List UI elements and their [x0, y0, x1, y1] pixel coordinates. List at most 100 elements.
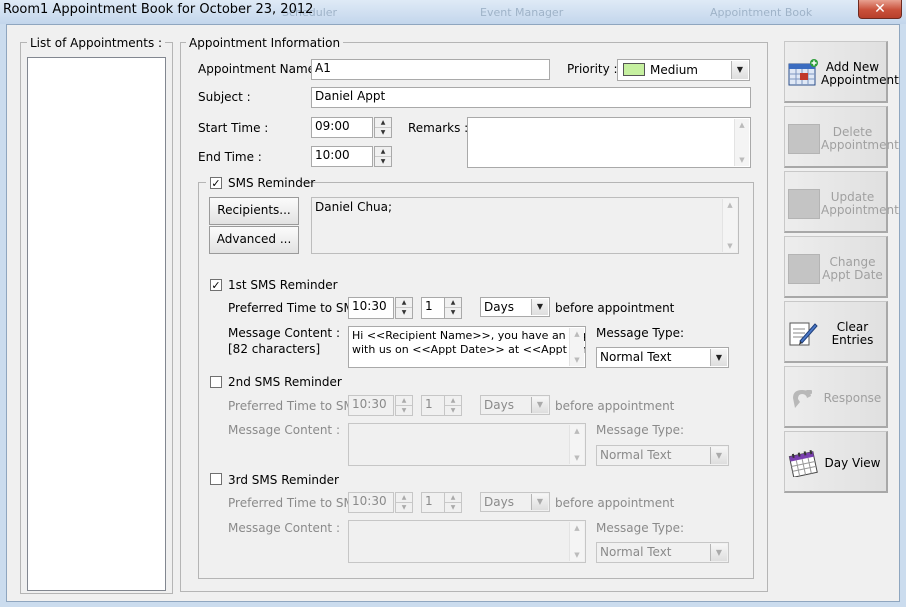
spin-up-icon[interactable]: ▲ — [445, 493, 461, 503]
scroll-down-icon[interactable]: ▼ — [735, 154, 749, 166]
calendar-add-icon — [788, 59, 818, 86]
scroll-up-icon[interactable]: ▲ — [570, 425, 584, 437]
reminder2-unit-dropdown[interactable]: Days ▼ — [480, 395, 550, 415]
reminder1-time-input[interactable]: 10:30 — [348, 297, 394, 319]
spin-down-icon[interactable]: ▼ — [396, 503, 412, 513]
reminder2-type-dropdown[interactable]: Normal Text ▼ — [596, 445, 729, 466]
recipients-value: Daniel Chua; — [315, 200, 393, 214]
change-appt-date-button[interactable]: Change Appt Date — [784, 236, 888, 298]
reminder2-content-scrollbar[interactable]: ▲ ▼ — [569, 425, 584, 464]
spin-up-icon[interactable]: ▲ — [375, 147, 391, 157]
chevron-down-icon: ▼ — [731, 61, 748, 79]
scroll-up-icon[interactable]: ▲ — [723, 199, 737, 211]
reminder1-content-scrollbar[interactable]: ▲ ▼ — [569, 328, 584, 366]
scroll-up-icon[interactable]: ▲ — [570, 522, 584, 534]
reminder3-time-spinner[interactable]: ▲ ▼ — [395, 492, 413, 513]
chevron-down-icon: ▼ — [531, 494, 548, 510]
reminder1-type-label: Message Type: — [596, 326, 685, 340]
reminder3-content-label: Message Content : — [228, 521, 340, 535]
remarks-textarea[interactable]: ▲ ▼ — [467, 117, 751, 168]
reminder3-suffix: before appointment — [555, 496, 675, 510]
clear-entries-icon — [789, 322, 818, 346]
reminder1-unit-value: Days — [484, 300, 514, 314]
reminder2-unit-value: Days — [484, 398, 514, 412]
end-time-input[interactable]: 10:00 — [311, 146, 373, 167]
reminder1-content-line2: with us on <<Appt Date>> at <<Appt Time>… — [352, 343, 585, 356]
reminder2-count-spinner[interactable]: ▲ ▼ — [444, 395, 462, 416]
reminder3-unit-dropdown[interactable]: Days ▼ — [480, 492, 550, 512]
reminder2-count-input[interactable]: 1 — [421, 395, 445, 416]
reminder1-count-spinner[interactable]: ▲ ▼ — [444, 297, 462, 319]
reminder1-content-label: Message Content : — [228, 326, 340, 340]
scroll-down-icon[interactable]: ▼ — [570, 549, 584, 561]
recipients-scrollbar[interactable]: ▲ ▼ — [722, 199, 737, 252]
clear-entries-button[interactable]: Clear Entries — [784, 301, 888, 363]
day-view-button[interactable]: Day View — [784, 431, 888, 493]
spin-up-icon[interactable]: ▲ — [396, 396, 412, 406]
reminder3-time-input[interactable]: 10:30 — [348, 492, 394, 513]
scroll-down-icon[interactable]: ▼ — [570, 354, 584, 366]
reminder1-type-dropdown[interactable]: Normal Text ▼ — [596, 347, 729, 368]
reminder2-time-input[interactable]: 10:30 — [348, 395, 394, 416]
reminder1-unit-dropdown[interactable]: Days ▼ — [480, 297, 550, 317]
scroll-up-icon[interactable]: ▲ — [735, 119, 749, 131]
recipients-box: Daniel Chua; ▲ ▼ — [311, 197, 739, 254]
priority-value: Medium — [650, 63, 698, 77]
recipients-button[interactable]: Recipients... — [209, 197, 299, 225]
reminder1-content-textarea[interactable]: Hi <<Recipient Name>>, you have an appt … — [348, 326, 586, 368]
spin-down-icon[interactable]: ▼ — [445, 308, 461, 318]
spin-up-icon[interactable]: ▲ — [396, 493, 412, 503]
reminder3-unit-value: Days — [484, 495, 514, 509]
sms-reminder-checkbox[interactable]: ✓ — [210, 177, 222, 189]
reminder3-count-spinner[interactable]: ▲ ▼ — [444, 492, 462, 513]
spin-down-icon[interactable]: ▼ — [445, 406, 461, 416]
priority-dropdown[interactable]: Medium ▼ — [617, 59, 750, 81]
subject-input[interactable]: Daniel Appt — [311, 87, 751, 108]
spin-up-icon[interactable]: ▲ — [445, 298, 461, 308]
spin-down-icon[interactable]: ▼ — [396, 406, 412, 416]
end-time-label: End Time : — [198, 150, 262, 164]
change-date-icon — [788, 254, 820, 284]
reminder2-checkbox[interactable] — [210, 376, 222, 388]
spin-down-icon[interactable]: ▼ — [445, 503, 461, 513]
reminder3-count-input[interactable]: 1 — [421, 492, 445, 513]
remarks-scrollbar[interactable]: ▲ ▼ — [734, 119, 749, 166]
start-time-input[interactable]: 09:00 — [311, 117, 373, 138]
reminder1-time-label: Preferred Time to SMS: — [228, 301, 366, 315]
reminder1-checkbox[interactable]: ✓ — [210, 279, 222, 291]
reminder2-content-textarea[interactable]: ▲ ▼ — [348, 423, 586, 466]
spin-up-icon[interactable]: ▲ — [375, 118, 391, 128]
spin-down-icon[interactable]: ▼ — [375, 157, 391, 167]
reminder3-content-scrollbar[interactable]: ▲ ▼ — [569, 522, 584, 561]
reminder2-time-spinner[interactable]: ▲ ▼ — [395, 395, 413, 416]
scroll-down-icon[interactable]: ▼ — [570, 452, 584, 464]
start-time-spinner[interactable]: ▲ ▼ — [374, 117, 392, 138]
appointment-info-label: Appointment Information — [186, 36, 344, 50]
delete-icon — [788, 124, 820, 154]
response-button[interactable]: Response — [784, 366, 888, 428]
check-icon: ✓ — [211, 177, 221, 190]
reminder1-count-input[interactable]: 1 — [421, 297, 445, 319]
reminder3-checkbox[interactable] — [210, 473, 222, 485]
delete-appointment-button[interactable]: Delete Appointment — [784, 106, 899, 168]
scroll-down-icon[interactable]: ▼ — [723, 240, 737, 252]
update-appointment-button[interactable]: Update Appointment — [784, 171, 899, 233]
reminder3-type-dropdown[interactable]: Normal Text ▼ — [596, 542, 729, 563]
spin-down-icon[interactable]: ▼ — [375, 128, 391, 138]
reminder2-content-label: Message Content : — [228, 423, 340, 437]
reminder1-time-spinner[interactable]: ▲ ▼ — [395, 297, 413, 319]
clear-entries-label: Clear Entries — [821, 321, 884, 347]
appointment-name-input[interactable]: A1 — [311, 59, 550, 80]
end-time-spinner[interactable]: ▲ ▼ — [374, 146, 392, 167]
spin-down-icon[interactable]: ▼ — [396, 308, 412, 318]
spin-up-icon[interactable]: ▲ — [445, 396, 461, 406]
delete-appointment-label: Delete Appointment — [821, 126, 899, 152]
reminder3-content-textarea[interactable]: ▲ ▼ — [348, 520, 586, 563]
advanced-button[interactable]: Advanced ... — [209, 226, 299, 254]
add-appointment-button[interactable]: Add New Appointment — [784, 41, 899, 103]
reminder2-type-label: Message Type: — [596, 423, 685, 437]
spin-up-icon[interactable]: ▲ — [396, 298, 412, 308]
appointments-list[interactable] — [27, 57, 166, 591]
scroll-up-icon[interactable]: ▲ — [570, 328, 584, 340]
close-button[interactable]: ✕ — [858, 0, 902, 19]
